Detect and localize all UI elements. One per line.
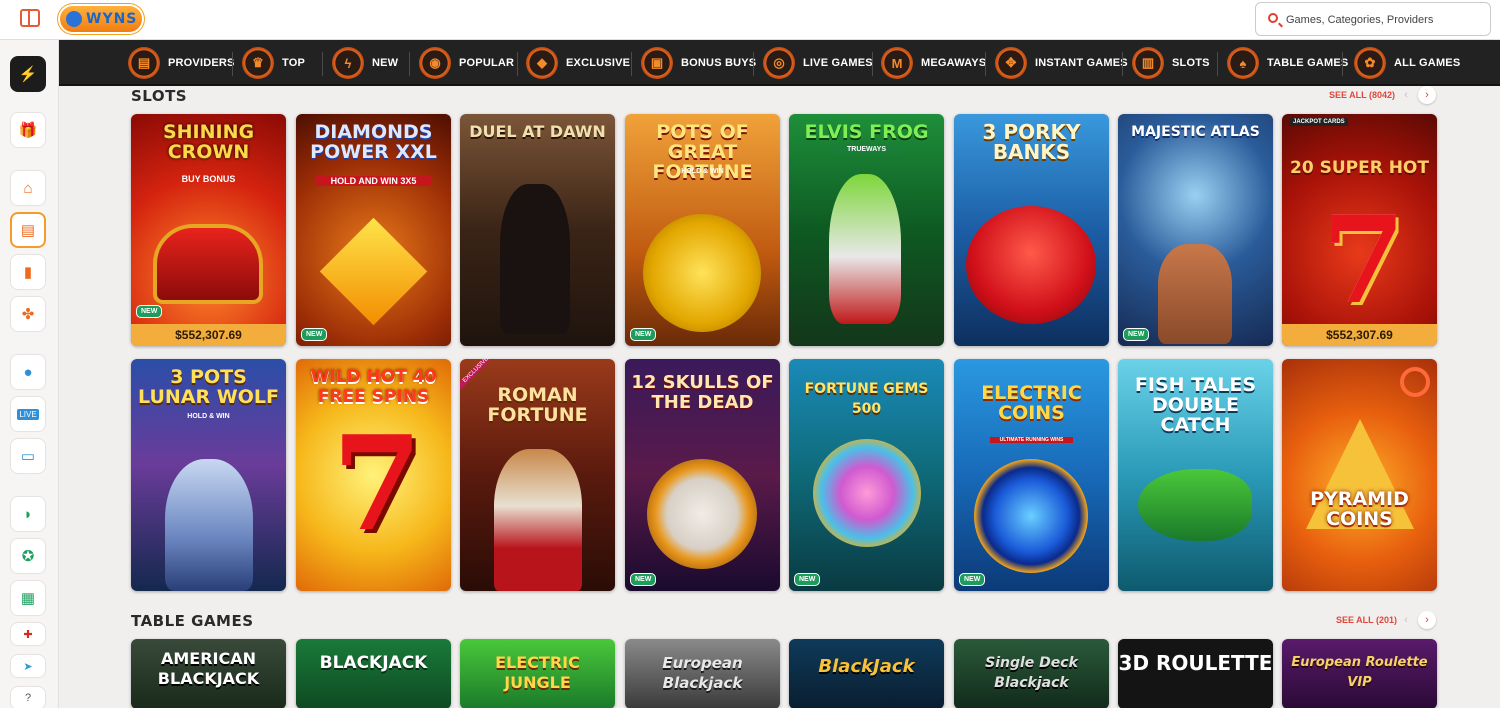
sport-icon[interactable]: ⚡: [10, 56, 46, 92]
nav-live-games[interactable]: ◎ LIVE GAMES: [763, 46, 873, 80]
logo-mark-icon: [66, 11, 82, 27]
top-bar: WYNS: [0, 0, 1500, 40]
site-logo[interactable]: WYNS: [60, 6, 142, 32]
sidebar: ⚡ 🎁 ⌂ ▤ ▮ ✤ ● LIVE ▭ ◗ ✪ ▦ ✚ ➤ ?: [0, 40, 59, 708]
live-games-icon: ◎: [763, 47, 795, 79]
game-tile-pyramid-coins[interactable]: PYRAMID COINS: [1282, 359, 1437, 591]
nav-all-games[interactable]: ✿ ALL GAMES: [1354, 46, 1460, 80]
basketball-icon[interactable]: ●: [10, 354, 46, 390]
nav-slots[interactable]: ▥ SLOTS: [1132, 46, 1210, 80]
gold-coin-art: [643, 214, 761, 332]
nav-instant-games[interactable]: ✥ INSTANT GAMES: [995, 46, 1128, 80]
game-tile-diamonds-power-xxl[interactable]: DIAMONDS POWER XXL HOLD AND WIN 3X5 NEW: [296, 114, 451, 346]
nav-providers[interactable]: ▤ PROVIDERS: [128, 46, 235, 80]
wolf-art: [165, 459, 253, 591]
cowboy-art: [500, 184, 570, 334]
leaf-icon[interactable]: ◗: [10, 496, 46, 532]
search-icon: [1268, 13, 1278, 23]
table-cards-icon: ♠: [1227, 47, 1259, 79]
gem-flower-art: [813, 439, 921, 547]
category-nav: ▤ PROVIDERS ♛ TOP ϟ NEW ◉ POPULAR ◆ EXCLUSIVE…: [59, 40, 1500, 86]
gift-icon[interactable]: 🎁: [10, 112, 46, 148]
slots-prev-arrow-icon[interactable]: ‹: [1397, 86, 1415, 104]
game-tile-shining-crown[interactable]: SHINING CROWN BUY BONUS NEW $552,307.69: [131, 114, 286, 346]
monitor-icon[interactable]: ▭: [10, 438, 46, 474]
sidebar-toggle-icon[interactable]: [20, 9, 40, 27]
telegram-icon[interactable]: ➤: [10, 654, 46, 678]
jackpot-amount: $552,307.69: [131, 324, 286, 346]
nav-popular[interactable]: ◉ POPULAR: [419, 46, 514, 80]
canada-flag-icon[interactable]: ✚: [10, 622, 46, 646]
casino-icon[interactable]: ▤: [10, 212, 46, 248]
game-tile-blackjack-gold[interactable]: BlackJack: [789, 639, 944, 708]
game-tile-european-roulette-vip[interactable]: European Roulette VIP: [1282, 639, 1437, 708]
emperor-art: [494, 449, 582, 591]
game-tile-20-super-hot[interactable]: JACKPOT CARDS 20 SUPER HOT 7 $552,307.69: [1282, 114, 1437, 346]
pig-art: [966, 206, 1096, 324]
bonus-ring-icon: [1400, 367, 1430, 397]
game-tile-fortune-gems-500[interactable]: FORTUNE GEMS 500 NEW: [789, 359, 944, 591]
megaways-icon: M: [881, 47, 913, 79]
nav-top[interactable]: ♛ TOP: [242, 46, 305, 80]
seven-art: 7: [332, 407, 423, 560]
game-tile-majestic-atlas[interactable]: MAJESTIC ATLAS NEW: [1118, 114, 1273, 346]
bolt-icon: ϟ: [332, 47, 364, 79]
home-icon[interactable]: ⌂: [10, 170, 46, 206]
titan-art: [1158, 244, 1232, 344]
help-icon[interactable]: ?: [10, 686, 46, 708]
toolbox-icon[interactable]: ▦: [10, 580, 46, 616]
slots-next-arrow-icon[interactable]: ›: [1418, 86, 1436, 104]
game-tile-european-blackjack[interactable]: European Blackjack: [625, 639, 780, 708]
game-tile-single-deck-blackjack[interactable]: Single Deck Blackjack: [954, 639, 1109, 708]
game-tile-wild-hot-40[interactable]: WILD HOT 40 FREE SPINS 7: [296, 359, 451, 591]
game-tile-roman-fortune[interactable]: EXCLUSIVE ROMAN FORTUNE: [460, 359, 615, 591]
frog-art: [829, 174, 901, 324]
game-tile-3d-roulette[interactable]: 3D ROULETTE: [1118, 639, 1273, 708]
nav-megaways[interactable]: M MEGAWAYS: [881, 46, 986, 80]
crown-art: [153, 224, 263, 304]
diamond-icon: ◆: [526, 47, 558, 79]
game-tile-12-skulls[interactable]: 12 SKULLS OF THE DEAD NEW: [625, 359, 780, 591]
game-tile-electric-jungle[interactable]: ELECTRIC JUNGLE: [460, 639, 615, 708]
seven-art: 7: [1322, 190, 1406, 331]
game-tile-electric-coins[interactable]: ELECTRIC COINS ULTIMATE RUNNING WINS NEW: [954, 359, 1109, 591]
game-tile-3-porky-banks[interactable]: 3 PORKY BANKS: [954, 114, 1109, 346]
crown-icon: ♛: [242, 47, 274, 79]
nav-exclusive[interactable]: ◆ EXCLUSIVE: [526, 46, 630, 80]
game-tile-3-pots-lunar-wolf[interactable]: 3 POTS LUNAR WOLF HOLD & WIN: [131, 359, 286, 591]
search-input[interactable]: [1286, 10, 1484, 30]
gift-box-icon: ▣: [641, 47, 673, 79]
game-tile-blackjack[interactable]: BLACKJACK: [296, 639, 451, 708]
providers-icon: ▤: [128, 47, 160, 79]
cards-icon[interactable]: ▮: [10, 254, 46, 290]
popular-icon: ◉: [419, 47, 451, 79]
live-icon[interactable]: LIVE: [10, 396, 46, 432]
game-tile-pots-of-great-fortune[interactable]: POTS OF GREAT FORTUNE HOLD & WIN NEW: [625, 114, 780, 346]
electric-coin-art: [974, 459, 1088, 573]
game-tile-american-blackjack[interactable]: AMERICAN BLACKJACK: [131, 639, 286, 708]
fish-art: [1138, 469, 1252, 541]
clover-icon[interactable]: ✤: [10, 296, 46, 332]
award-icon[interactable]: ✪: [10, 538, 46, 574]
table-prev-arrow-icon[interactable]: ‹: [1397, 611, 1415, 629]
slot-machine-icon: ▥: [1132, 47, 1164, 79]
slots-section-title: SLOTS: [131, 87, 188, 105]
game-tile-elvis-frog[interactable]: ELVIS FROG TRUEWAYS: [789, 114, 944, 346]
skull-art: [647, 459, 757, 569]
all-games-icon: ✿: [1354, 47, 1386, 79]
diamond-art: [319, 217, 428, 326]
jackpot-amount: $552,307.69: [1282, 324, 1437, 346]
game-tile-duel-at-dawn[interactable]: DUEL AT DAWN: [460, 114, 615, 346]
nav-bonus-buys[interactable]: ▣ BONUS BUYS: [641, 46, 756, 80]
search-box[interactable]: [1255, 2, 1491, 36]
nav-new[interactable]: ϟ NEW: [332, 46, 398, 80]
table-games-see-all-link[interactable]: SEE ALL (201): [1336, 615, 1397, 625]
gamepad-icon: ✥: [995, 47, 1027, 79]
nav-table-games[interactable]: ♠ TABLE GAMES: [1227, 46, 1348, 80]
table-next-arrow-icon[interactable]: ›: [1418, 611, 1436, 629]
game-tile-fish-tales[interactable]: FISH TALES DOUBLE CATCH: [1118, 359, 1273, 591]
table-games-section-title: TABLE GAMES: [131, 612, 254, 630]
logo-text: WYNS: [86, 11, 138, 27]
slots-see-all-link[interactable]: SEE ALL (8042): [1329, 90, 1395, 100]
